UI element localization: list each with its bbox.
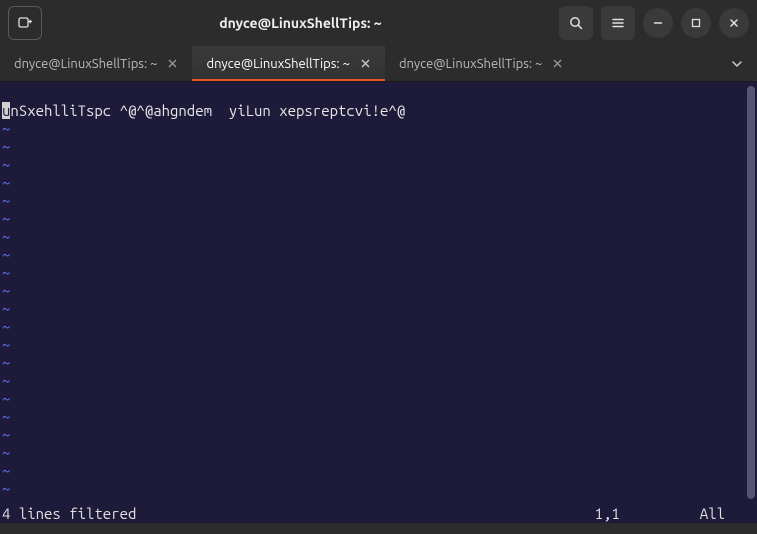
close-icon xyxy=(552,58,563,69)
status-message: 4 lines filtered xyxy=(2,505,136,523)
menu-button[interactable] xyxy=(601,6,635,40)
maximize-icon xyxy=(689,16,703,30)
empty-line-tilde: ~ xyxy=(2,264,10,281)
empty-line-tilde: ~ xyxy=(2,156,10,173)
empty-line-tilde: ~ xyxy=(2,192,10,209)
tab-label: dnyce@LinuxShellTips: ~ xyxy=(14,57,157,71)
search-icon xyxy=(568,15,584,31)
empty-line-tilde: ~ xyxy=(2,318,10,335)
minimize-icon xyxy=(651,16,665,30)
close-icon xyxy=(360,58,371,69)
new-tab-button[interactable] xyxy=(8,6,42,40)
cursor-position: 1,1 xyxy=(595,505,700,523)
tabs-dropdown-button[interactable] xyxy=(717,46,757,81)
empty-line-tilde: ~ xyxy=(2,372,10,389)
empty-line-tilde: ~ xyxy=(2,390,10,407)
tab-label: dnyce@LinuxShellTips: ~ xyxy=(206,57,349,71)
search-button[interactable] xyxy=(559,6,593,40)
editor-line: unSxehlliTspc ^@^@ahgndem yiLun xepsrept… xyxy=(2,102,405,119)
new-tab-icon xyxy=(17,15,33,31)
tab-label: dnyce@LinuxShellTips: ~ xyxy=(399,57,542,71)
empty-line-tilde: ~ xyxy=(2,300,10,317)
hamburger-icon xyxy=(610,15,626,31)
empty-line-tilde: ~ xyxy=(2,120,10,137)
maximize-button[interactable] xyxy=(681,8,711,38)
window-title: dnyce@LinuxShellTips: ~ xyxy=(48,15,553,31)
scroll-position: All xyxy=(700,505,731,523)
vim-status-line: 4 lines filtered 1,1 All xyxy=(2,505,731,523)
empty-line-tilde: ~ xyxy=(2,282,10,299)
terminal-area: unSxehlliTspc ^@^@ahgndem yiLun xepsrept… xyxy=(0,82,757,523)
empty-line-tilde: ~ xyxy=(2,210,10,227)
tabbar: dnyce@LinuxShellTips: ~ dnyce@LinuxShell… xyxy=(0,46,757,82)
tab-close-button[interactable] xyxy=(167,58,178,69)
tab-2[interactable]: dnyce@LinuxShellTips: ~ xyxy=(192,46,384,81)
empty-line-tilde: ~ xyxy=(2,174,10,191)
tab-close-button[interactable] xyxy=(552,58,563,69)
empty-line-tilde: ~ xyxy=(2,336,10,353)
empty-line-tilde: ~ xyxy=(2,228,10,245)
empty-line-tilde: ~ xyxy=(2,480,10,497)
empty-line-tilde: ~ xyxy=(2,462,10,479)
close-icon xyxy=(727,16,741,30)
close-icon xyxy=(167,58,178,69)
empty-line-tilde: ~ xyxy=(2,354,10,371)
titlebar-left xyxy=(8,6,42,40)
empty-line-tilde: ~ xyxy=(2,444,10,461)
empty-line-tilde: ~ xyxy=(2,246,10,263)
minimize-button[interactable] xyxy=(643,8,673,38)
tab-close-button[interactable] xyxy=(360,58,371,69)
empty-line-tilde: ~ xyxy=(2,408,10,425)
terminal[interactable]: unSxehlliTspc ^@^@ahgndem yiLun xepsrept… xyxy=(0,82,745,523)
scrollbar[interactable] xyxy=(745,82,757,523)
empty-line-tilde: ~ xyxy=(2,426,10,443)
tab-1[interactable]: dnyce@LinuxShellTips: ~ xyxy=(0,46,192,81)
titlebar-right xyxy=(559,6,749,40)
titlebar: dnyce@LinuxShellTips: ~ xyxy=(0,0,757,46)
chevron-down-icon xyxy=(731,58,743,70)
empty-line-tilde: ~ xyxy=(2,138,10,155)
scrollbar-thumb[interactable] xyxy=(747,86,755,499)
close-button[interactable] xyxy=(719,8,749,38)
tab-3[interactable]: dnyce@LinuxShellTips: ~ xyxy=(385,46,577,81)
